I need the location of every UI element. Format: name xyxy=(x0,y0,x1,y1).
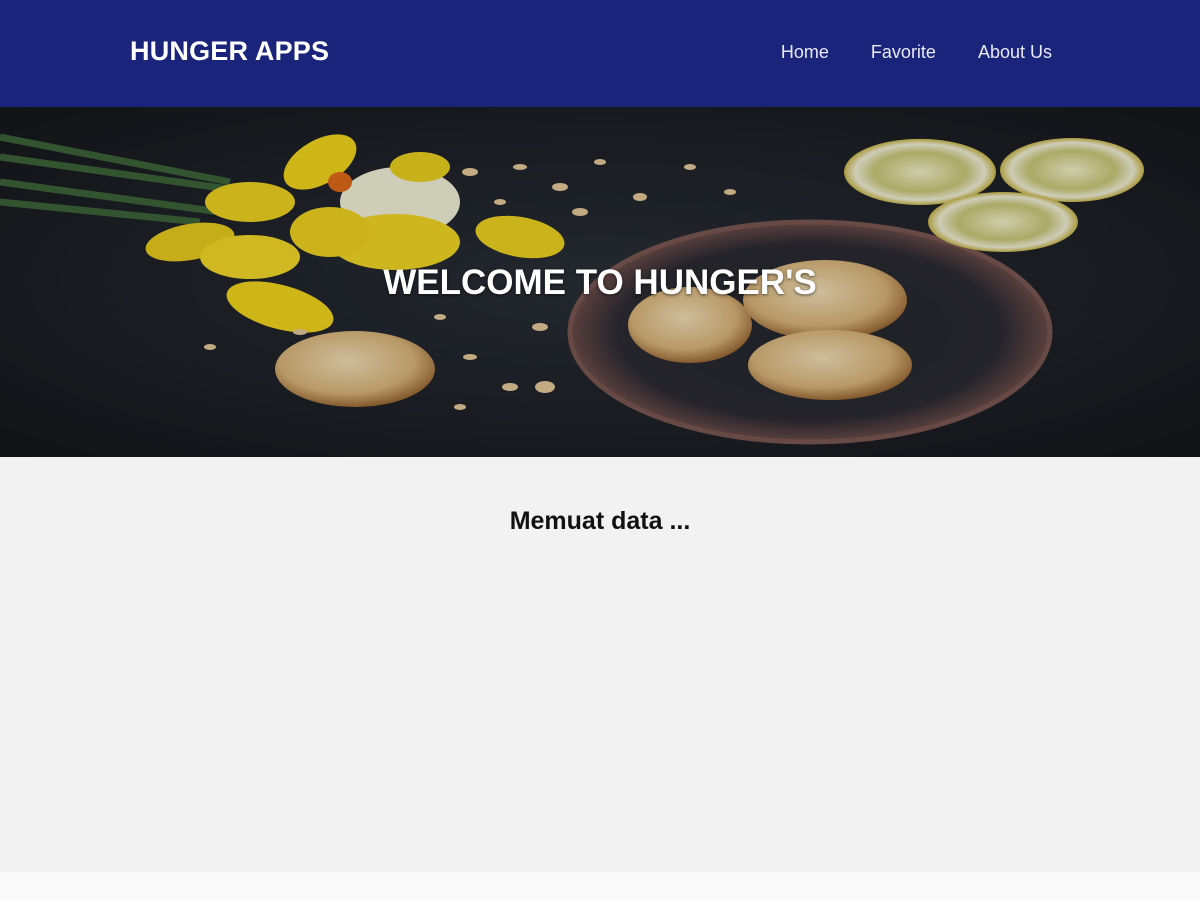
nav-link-favorite[interactable]: Favorite xyxy=(871,42,936,62)
main-content: Memuat data ... xyxy=(0,457,1200,872)
nav-link-about-us[interactable]: About Us xyxy=(978,42,1052,62)
nav-item-favorite: Favorite xyxy=(871,42,936,63)
brand-logo[interactable]: HUNGER APPS xyxy=(130,36,329,67)
nav-list: Home Favorite About Us xyxy=(739,42,1052,63)
app-bar: HUNGER APPS Home Favorite About Us xyxy=(0,0,1200,107)
nav-item-home: Home xyxy=(781,42,829,63)
nav-item-about-us: About Us xyxy=(978,42,1052,63)
loading-indicator: Memuat data ... xyxy=(509,507,691,535)
footer xyxy=(0,872,1200,900)
hero-title: WELCOME TO HUNGER'S xyxy=(383,263,817,302)
hero-banner: WELCOME TO HUNGER'S xyxy=(0,107,1200,457)
nav-link-home[interactable]: Home xyxy=(781,42,829,62)
